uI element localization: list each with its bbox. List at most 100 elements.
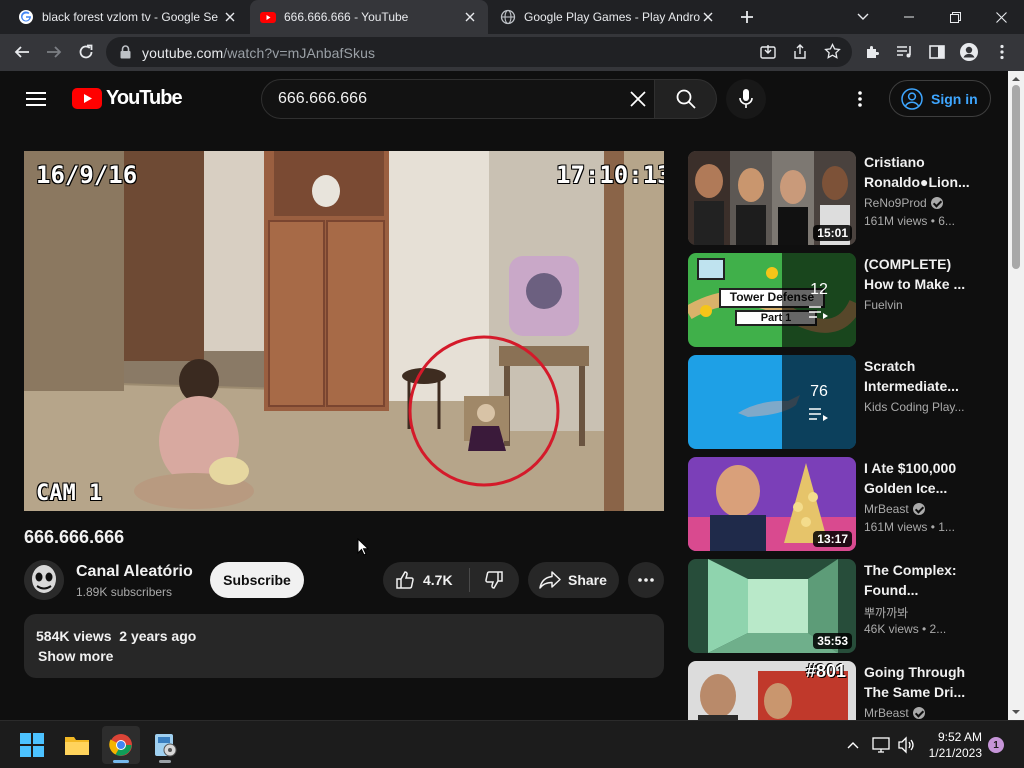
voice-search-button[interactable] [726,79,766,119]
channel-avatar[interactable] [24,560,64,600]
url-path: /watch?v=mJAnbafSkus [223,45,376,61]
video-thumbnail[interactable]: 13:17 [688,457,856,551]
show-more-button[interactable]: Show more [38,648,113,664]
scroll-up-arrow-icon[interactable] [1008,73,1024,85]
network-status-button[interactable] [872,736,890,754]
media-control-button[interactable] [890,37,920,67]
recommendation-title[interactable]: I Ate $100,000 Golden Ice... [864,458,972,498]
recommendation-item[interactable]: 13:17 I Ate $100,000 Golden Ice... MrBea… [688,457,988,553]
like-dislike-group: 4.7K [383,562,519,598]
forward-button[interactable] [39,37,69,67]
windows-taskbar: 9:52 AM 1/21/2023 1 [0,720,1024,768]
recommendation-title[interactable]: Going Through The Same Dri... [864,662,972,702]
recommendation-item[interactable]: Tower Defense Part 1 12 (COMPLETE) How t… [688,253,988,349]
playlist-thumbnail[interactable]: 76 [688,355,856,449]
verified-icon [930,197,943,209]
chrome-taskbar-button[interactable] [102,726,140,764]
guide-menu-button[interactable] [22,85,50,113]
new-tab-button[interactable] [735,5,759,29]
youtube-icon [260,9,276,25]
notification-badge[interactable]: 1 [988,737,1004,753]
search-input[interactable] [278,88,608,110]
taskbar-clock[interactable]: 9:52 AM 1/21/2023 [926,729,982,761]
scrollbar-thumb[interactable] [1012,85,1020,269]
clock-time: 9:52 AM [937,730,982,744]
side-panel-button[interactable] [922,37,952,67]
description-box[interactable]: 584K views 2 years ago Show more [24,614,664,678]
tab-search-button[interactable] [840,0,886,34]
video-thumbnail[interactable]: 15:01 [688,151,856,245]
scroll-down-arrow-icon[interactable] [1008,706,1024,718]
video-thumbnail[interactable]: #801 [688,661,856,720]
dislike-button[interactable] [470,562,516,598]
sign-in-button[interactable]: Sign in [889,80,991,117]
file-explorer-button[interactable] [58,726,96,764]
start-button[interactable] [13,726,51,764]
install-app-icon[interactable] [760,44,776,60]
channel-label: ReNo9Prod [864,196,927,210]
share-page-icon[interactable] [792,44,808,60]
recommendation-item[interactable]: 76 Scratch Intermediate... Kids Coding P… [688,355,988,451]
page-scrollbar[interactable] [1008,71,1024,720]
recommendation-title[interactable]: (COMPLETE) How to Make ... [864,254,972,294]
recommendation-title[interactable]: Scratch Intermediate... [864,356,972,396]
youtube-logo[interactable]: YouTube [72,87,183,110]
side-panel-icon [929,45,945,59]
more-actions-button[interactable] [628,562,664,598]
profile-button[interactable] [954,37,984,67]
share-button[interactable]: Share [528,562,619,598]
recommendation-title[interactable]: Cristiano Ronaldo●Lion... [864,152,972,192]
bookmark-star-icon[interactable] [824,43,841,60]
playlist-thumbnail[interactable]: Tower Defense Part 1 12 [688,253,856,347]
clear-search-icon[interactable] [629,90,647,108]
restore-button[interactable] [932,0,978,34]
close-window-button[interactable] [978,0,1024,34]
share-label: Share [568,572,607,588]
minimize-button[interactable] [886,0,932,34]
recommendation-meta: 161M views • 1... [864,520,955,534]
minimize-icon [904,16,914,18]
browser-tab-google-play[interactable]: Google Play Games - Play Androi [490,0,726,34]
camera-date-overlay: 16/9/16 [36,161,138,189]
more-vertical-icon [858,91,862,107]
playlist-count: 12 [810,281,828,298]
url-host: youtube.com [142,45,224,61]
recommendation-item[interactable]: 15:01 Cristiano Ronaldo●Lion... ReNo9Pro… [688,151,988,247]
back-button[interactable] [7,37,37,67]
plus-icon [741,11,753,23]
network-icon [872,737,890,753]
reload-button[interactable] [71,37,101,67]
subscribe-button[interactable]: Subscribe [210,562,304,598]
folder-icon [65,737,89,755]
extensions-button[interactable] [858,37,888,67]
like-button[interactable]: 4.7K [383,562,469,598]
video-thumbnail[interactable]: 35:53 [688,559,856,653]
restore-icon [949,11,961,23]
recommendation-title[interactable]: The Complex: Found... [864,560,972,600]
google-icon [18,9,34,25]
address-bar[interactable]: youtube.com/watch?v=mJAnbafSkus [106,37,852,67]
reload-icon [79,44,93,59]
channel-label: MrBeast [864,502,909,516]
close-tab-icon[interactable] [462,9,478,25]
recommendation-item[interactable]: #801 Going Through The Same Dri... MrBea… [688,661,988,720]
settings-menu-button[interactable] [850,87,870,111]
recommendation-item[interactable]: 35:53 The Complex: Found... 뿌까까봐 46K vie… [688,559,988,655]
search-box[interactable] [261,79,655,119]
chevron-up-icon [847,742,859,749]
close-tab-icon[interactable] [222,9,238,25]
search-button[interactable] [655,79,717,119]
volume-button[interactable] [897,736,915,754]
browser-tab-youtube[interactable]: 666.666.666 - YouTube [250,0,488,34]
close-tab-icon[interactable] [700,9,716,25]
video-player[interactable]: 16/9/16 17:10:13 CAM 1 [24,151,664,511]
channel-name[interactable]: Canal Aleatório [76,563,193,581]
lock-icon [120,45,131,59]
thumbs-down-icon [485,571,503,589]
control-panel-button[interactable] [146,726,184,764]
open-app-indicator [159,760,171,763]
chrome-menu-button[interactable] [987,37,1017,67]
browser-tab-google-search[interactable]: black forest vzlom tv - Google Se [8,0,248,34]
show-hidden-icons-button[interactable] [845,737,861,753]
arrow-left-icon [14,46,29,58]
